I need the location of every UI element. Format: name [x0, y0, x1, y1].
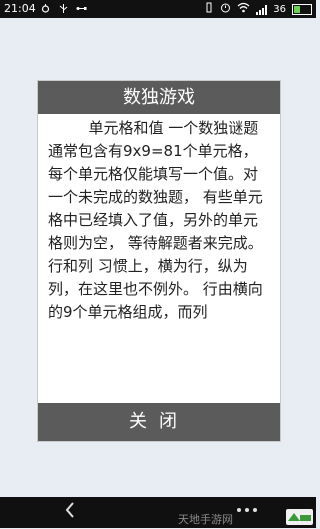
- watermark-text: 天地手游网: [178, 513, 233, 526]
- home-button[interactable]: [145, 509, 175, 511]
- usb-debug-icon: [76, 3, 87, 18]
- status-time: 21:04: [4, 2, 36, 15]
- status-notification-icons: [40, 3, 87, 18]
- status-bar: 21:04 36: [0, 0, 316, 18]
- dialog-title: 数独游戏: [38, 81, 280, 114]
- watermark-logo: [286, 509, 313, 525]
- battery-icon: [292, 4, 312, 15]
- dialog-body-text[interactable]: 单元格和值 一个数独谜题通常包含有9x9=81个单元格， 每个单元格仅能填写一个…: [38, 114, 280, 402]
- chevron-left-icon[interactable]: [64, 501, 76, 524]
- close-button[interactable]: 关闭: [38, 403, 280, 441]
- navigation-bar: [0, 497, 316, 528]
- usb-icon: [58, 3, 69, 18]
- alarm-icon: [220, 2, 231, 17]
- battery-percent: 36: [273, 3, 286, 15]
- debug-icon: [40, 3, 51, 18]
- vibrate-icon: [204, 2, 214, 17]
- sudoku-dialog: 数独游戏 单元格和值 一个数独谜题通常包含有9x9=81个单元格， 每个单元格仅…: [37, 80, 281, 442]
- more-dots-icon[interactable]: [236, 498, 258, 519]
- signal-icon: [256, 4, 268, 15]
- status-system-icons: 36: [204, 2, 312, 17]
- wifi-icon: [237, 2, 250, 17]
